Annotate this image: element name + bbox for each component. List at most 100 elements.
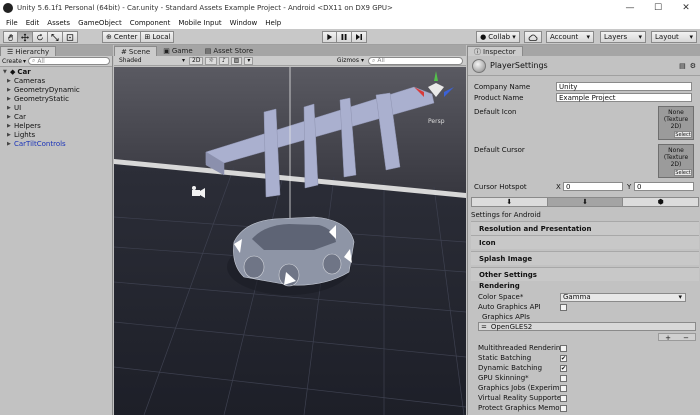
scene-viewport[interactable]: Persp bbox=[114, 67, 466, 415]
section-other-settings[interactable]: Other Settings bbox=[471, 267, 699, 281]
pivot-center-button[interactable]: ⊕ Center bbox=[102, 31, 142, 43]
hierarchy-item-car[interactable]: ▶ Car bbox=[0, 112, 112, 121]
section-splash-image[interactable]: Splash Image bbox=[471, 251, 699, 265]
effects-dropdown[interactable]: ▨ bbox=[230, 56, 243, 65]
expand-right-icon[interactable]: ▶ bbox=[7, 105, 14, 111]
hierarchy-item-helpers[interactable]: ▶ Helpers bbox=[0, 121, 112, 130]
hierarchy-item-ui[interactable]: ▶ UI bbox=[0, 103, 112, 112]
expand-right-icon[interactable]: ▶ bbox=[7, 114, 14, 120]
hierarchy-item-geometrydynamic[interactable]: ▶ GeometryDynamic bbox=[0, 85, 112, 94]
graphics-api-list-item[interactable]: = OpenGLES2 bbox=[478, 322, 696, 331]
static-batching-checkbox[interactable]: ✔ bbox=[560, 354, 567, 362]
multithreaded-rendering-checkbox[interactable] bbox=[560, 344, 567, 352]
tab-game[interactable]: ▣ Game bbox=[157, 46, 198, 56]
protect-graphics-memory-checkbox[interactable] bbox=[560, 404, 567, 412]
virtual-reality-supported-checkbox[interactable] bbox=[560, 394, 567, 402]
book-help-icon[interactable]: ▤ bbox=[679, 62, 686, 70]
scene-search-input[interactable]: ⌕ All bbox=[368, 56, 463, 65]
graphics-jobs-checkbox[interactable] bbox=[560, 384, 567, 392]
menu-gameobject[interactable]: GameObject bbox=[74, 19, 126, 27]
hierarchy-scene-root[interactable]: ▼ ◆ Car bbox=[0, 67, 112, 76]
product-name-field[interactable]: Example Project bbox=[556, 93, 692, 102]
layers-dropdown[interactable]: Layers ▾ bbox=[600, 31, 646, 43]
menu-help[interactable]: Help bbox=[261, 19, 285, 27]
platform-tabs: ⬇ ⬇ ⬢ bbox=[471, 197, 699, 207]
expand-right-icon[interactable]: ▶ bbox=[7, 132, 14, 138]
default-icon-label: Default Icon bbox=[474, 108, 517, 116]
rotate-tool-button[interactable] bbox=[33, 31, 48, 43]
scene-search-placeholder: All bbox=[377, 57, 385, 64]
dynamic-batching-checkbox[interactable]: ✔ bbox=[560, 364, 567, 372]
pause-button[interactable] bbox=[337, 31, 352, 43]
maximize-button[interactable]: ☐ bbox=[644, 0, 672, 16]
option-row-protect-graphics-memory: Protect Graphics Memory bbox=[478, 403, 698, 413]
default-cursor-texture-slot[interactable]: None (Texture 2D) Select bbox=[658, 144, 694, 178]
play-button[interactable] bbox=[322, 31, 337, 43]
tab-hierarchy[interactable]: ☰ Hierarchy bbox=[0, 46, 57, 56]
menu-component[interactable]: Component bbox=[126, 19, 175, 27]
lighting-toggle-button[interactable]: ☼ bbox=[205, 56, 217, 65]
toggle-2d-button[interactable]: 2D bbox=[189, 56, 204, 65]
account-dropdown[interactable]: Account ▾ bbox=[546, 31, 594, 43]
expand-right-icon[interactable]: ▶ bbox=[7, 123, 14, 129]
platform-tab-webgl[interactable]: ⬢ bbox=[622, 198, 699, 206]
inspector-header: PlayerSettings ▤ ⚙ bbox=[468, 56, 700, 76]
move-tool-button[interactable] bbox=[18, 31, 33, 43]
inspector-object-name: PlayerSettings bbox=[490, 61, 548, 70]
remove-list-item-button[interactable]: − bbox=[683, 334, 689, 342]
section-resolution-presentation[interactable]: Resolution and Presentation bbox=[471, 221, 699, 235]
option-row-virtual-reality-supported: Virtual Reality Supported bbox=[478, 393, 698, 403]
company-name-field[interactable]: Unity bbox=[556, 82, 692, 91]
option-label: Static Batching bbox=[478, 354, 532, 362]
hierarchy-search-input[interactable]: ⌕ All bbox=[27, 57, 110, 65]
hierarchy-item-cartiltcontrols[interactable]: ▶ CarTiltControls bbox=[0, 139, 112, 148]
overlay-dropdown[interactable]: ▾ bbox=[244, 56, 254, 65]
hierarchy-item-cameras[interactable]: ▶ Cameras bbox=[0, 76, 112, 85]
tab-inspector[interactable]: ⓘ Inspector bbox=[467, 46, 523, 56]
layout-dropdown[interactable]: Layout ▾ bbox=[651, 31, 697, 43]
auto-graphics-api-checkbox[interactable] bbox=[560, 303, 567, 311]
hand-icon bbox=[8, 33, 13, 41]
expand-down-icon[interactable]: ▼ bbox=[3, 69, 10, 75]
cloud-button[interactable] bbox=[524, 31, 542, 43]
expand-right-icon[interactable]: ▶ bbox=[7, 96, 14, 102]
hierarchy-item-geometrystatic[interactable]: ▶ GeometryStatic bbox=[0, 94, 112, 103]
menu-mobile-input[interactable]: Mobile Input bbox=[174, 19, 225, 27]
platform-tab-android[interactable]: ⬇ bbox=[546, 198, 623, 206]
expand-right-icon[interactable]: ▶ bbox=[7, 141, 14, 147]
gpu-skinning-checkbox[interactable] bbox=[560, 374, 567, 382]
platform-tab-standalone[interactable]: ⬇ bbox=[472, 198, 547, 206]
close-button[interactable]: ✕ bbox=[672, 0, 700, 16]
menu-bar: File Edit Assets GameObject Component Mo… bbox=[0, 16, 700, 29]
audio-toggle-button[interactable]: ♪ bbox=[218, 56, 229, 65]
default-icon-texture-slot[interactable]: None (Texture 2D) Select bbox=[658, 106, 694, 140]
scale-tool-button[interactable] bbox=[48, 31, 63, 43]
tab-scene[interactable]: # Scene bbox=[114, 46, 158, 56]
add-list-item-button[interactable]: + bbox=[665, 334, 671, 342]
default-cursor-select-button[interactable]: Select bbox=[674, 169, 692, 176]
expand-right-icon[interactable]: ▶ bbox=[7, 87, 14, 93]
expand-right-icon[interactable]: ▶ bbox=[7, 78, 14, 84]
create-button[interactable]: Create ▾ bbox=[2, 58, 26, 65]
hierarchy-item-lights[interactable]: ▶ Lights bbox=[0, 130, 112, 139]
menu-window[interactable]: Window bbox=[226, 19, 262, 27]
gizmos-dropdown[interactable]: Gizmos ▾ bbox=[335, 57, 366, 65]
step-button[interactable] bbox=[352, 31, 367, 43]
menu-assets[interactable]: Assets bbox=[43, 19, 74, 27]
rect-tool-button[interactable] bbox=[63, 31, 78, 43]
hotspot-y-field[interactable]: 0 bbox=[634, 182, 694, 191]
section-icon[interactable]: Icon bbox=[471, 235, 699, 249]
default-icon-select-button[interactable]: Select bbox=[674, 131, 692, 138]
tab-asset-store[interactable]: ▤ Asset Store bbox=[199, 46, 260, 56]
hotspot-x-field[interactable]: 0 bbox=[563, 182, 623, 191]
color-space-dropdown[interactable]: Gamma ▾ bbox=[560, 292, 686, 302]
shading-mode-dropdown[interactable]: Shaded ▾ bbox=[117, 57, 187, 65]
gear-icon[interactable]: ⚙ bbox=[690, 62, 696, 70]
pivot-local-button[interactable]: ⊞ Local bbox=[141, 31, 175, 43]
hand-tool-button[interactable] bbox=[3, 31, 18, 43]
collab-button[interactable]: ● Collab ▾ bbox=[476, 31, 520, 43]
menu-file[interactable]: File bbox=[2, 19, 22, 27]
menu-edit[interactable]: Edit bbox=[22, 19, 44, 27]
minimize-button[interactable]: — bbox=[616, 0, 644, 16]
option-label: Dynamic Batching bbox=[478, 364, 543, 372]
